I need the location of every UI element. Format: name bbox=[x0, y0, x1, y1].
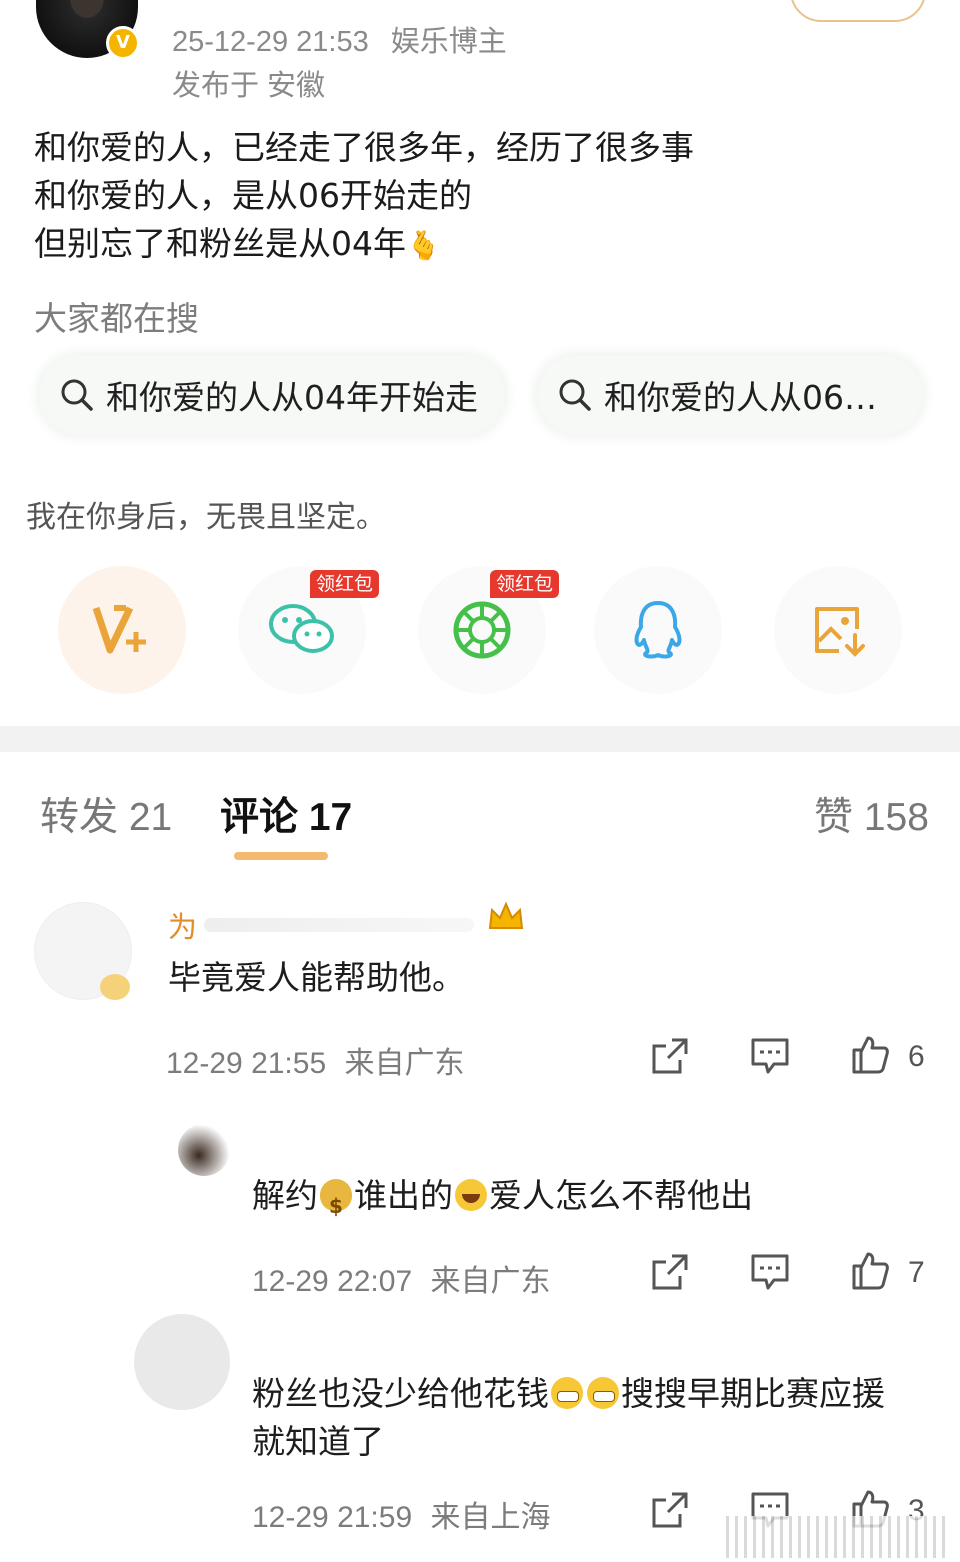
grinning-emoji-icon bbox=[587, 1377, 619, 1409]
verified-badge-icon: V bbox=[106, 26, 140, 60]
money-bag-emoji-icon bbox=[320, 1179, 352, 1230]
post-meta: 25-12-29 21:53 娱乐博主 bbox=[172, 18, 529, 60]
reply-location: 来自上海 bbox=[430, 1501, 551, 1534]
reply-meta: 12-29 22:07 来自广东 bbox=[252, 1256, 550, 1300]
finger-heart-icon: 🫰 bbox=[406, 228, 441, 262]
post-location: 发布于 安徽 bbox=[172, 70, 326, 102]
grinning-emoji-icon bbox=[551, 1377, 583, 1409]
reply-text-part3: 爱人怎么不帮他出 bbox=[489, 1176, 753, 1215]
reply-time: 12-29 21:59 bbox=[252, 1501, 413, 1534]
repost-icon[interactable] bbox=[650, 1252, 690, 1292]
author-tag: 娱乐博主 bbox=[390, 26, 507, 58]
hot-search-label-1: 和你爱的人从04年开始走 bbox=[106, 378, 478, 417]
post-timestamp: 25-12-29 21:53 bbox=[172, 26, 369, 58]
reply-time: 12-29 22:07 bbox=[252, 1265, 413, 1298]
post-text: 和你爱的人，已经走了很多年，经历了很多事 和你爱的人，是从06开始走的 但别忘了… bbox=[34, 124, 934, 270]
like-count: 6 bbox=[908, 1040, 925, 1073]
like-icon[interactable] bbox=[850, 1034, 890, 1074]
reply-text-line2: 就知道了 bbox=[252, 1422, 384, 1461]
share-qq-button[interactable] bbox=[594, 566, 722, 694]
reply-text: 解约谁出的爱人怎么不帮他出 bbox=[252, 1172, 753, 1230]
search-icon bbox=[61, 379, 93, 411]
comment-meta: 12-29 21:55 来自广东 bbox=[166, 1038, 464, 1082]
repost-icon[interactable] bbox=[650, 1490, 690, 1530]
tab-comments[interactable]: 评论 17 bbox=[220, 786, 352, 842]
comment-location: 来自广东 bbox=[344, 1047, 465, 1080]
follow-button[interactable] bbox=[790, 0, 926, 22]
hot-search-label-2: 和你爱的人从06… bbox=[604, 378, 877, 417]
reply-location: 来自广东 bbox=[430, 1265, 551, 1298]
redbag-badge-wechat: 领红包 bbox=[310, 570, 380, 598]
slogan-text: 我在你身后，无畏且坚定。 bbox=[26, 500, 386, 535]
username-blur bbox=[204, 918, 474, 932]
search-icon bbox=[559, 379, 591, 411]
reply-meta: 12-29 21:59 来自上海 bbox=[252, 1492, 550, 1536]
post-line-1: 和你爱的人，已经走了很多年，经历了很多事 bbox=[34, 128, 694, 167]
wechat-icon bbox=[269, 604, 334, 653]
hot-search-item-1[interactable]: 和你爱的人从04年开始走 bbox=[40, 356, 504, 434]
comment-username[interactable]: 为 bbox=[168, 904, 197, 946]
like-count: 7 bbox=[908, 1256, 925, 1289]
reply-text-part2: 谁出的 bbox=[354, 1176, 453, 1215]
reply-text: 粉丝也没少给他花钱 搜搜早期比赛应援 bbox=[252, 1370, 885, 1418]
share-vplus-button[interactable] bbox=[58, 566, 186, 694]
post-line-3: 但别忘了和粉丝是从04年 bbox=[34, 224, 406, 263]
hot-search-title: 大家都在搜 bbox=[34, 299, 199, 338]
reply-icon[interactable] bbox=[750, 1252, 790, 1292]
reply-text-part1: 解约 bbox=[252, 1176, 318, 1215]
section-divider bbox=[0, 726, 960, 752]
like-icon[interactable] bbox=[850, 1250, 890, 1290]
reply-icon[interactable] bbox=[750, 1036, 790, 1076]
save-image-icon bbox=[815, 607, 865, 657]
qq-icon bbox=[634, 601, 682, 659]
redbag-badge-moments: 领红包 bbox=[490, 570, 560, 598]
comment-time: 12-29 21:55 bbox=[166, 1047, 327, 1080]
hot-search-item-2[interactable]: 和你爱的人从06… bbox=[538, 356, 922, 434]
reply-avatar[interactable] bbox=[134, 1314, 230, 1410]
reply-text-line1: 粉丝也没少给他花钱 bbox=[252, 1374, 549, 1413]
repost-icon[interactable] bbox=[650, 1036, 690, 1076]
reply-avatar[interactable] bbox=[178, 1124, 230, 1176]
crown-badge-icon bbox=[488, 901, 524, 929]
tab-likes[interactable]: 赞 158 bbox=[814, 786, 929, 842]
reply-text-line1-rest: 搜搜早期比赛应援 bbox=[621, 1374, 885, 1413]
watermark-logo bbox=[726, 1516, 946, 1558]
laughing-emoji-icon bbox=[455, 1179, 487, 1211]
member-badge-icon bbox=[100, 974, 130, 1000]
moments-icon bbox=[453, 601, 511, 659]
post-line-2: 和你爱的人，是从06开始走的 bbox=[34, 176, 472, 215]
vplus-icon bbox=[92, 605, 146, 654]
comment-text: 毕竟爱人能帮助他。 bbox=[168, 958, 465, 997]
share-save-image-button[interactable] bbox=[774, 566, 902, 694]
active-tab-indicator bbox=[234, 852, 328, 860]
tab-repost[interactable]: 转发 21 bbox=[40, 786, 172, 842]
